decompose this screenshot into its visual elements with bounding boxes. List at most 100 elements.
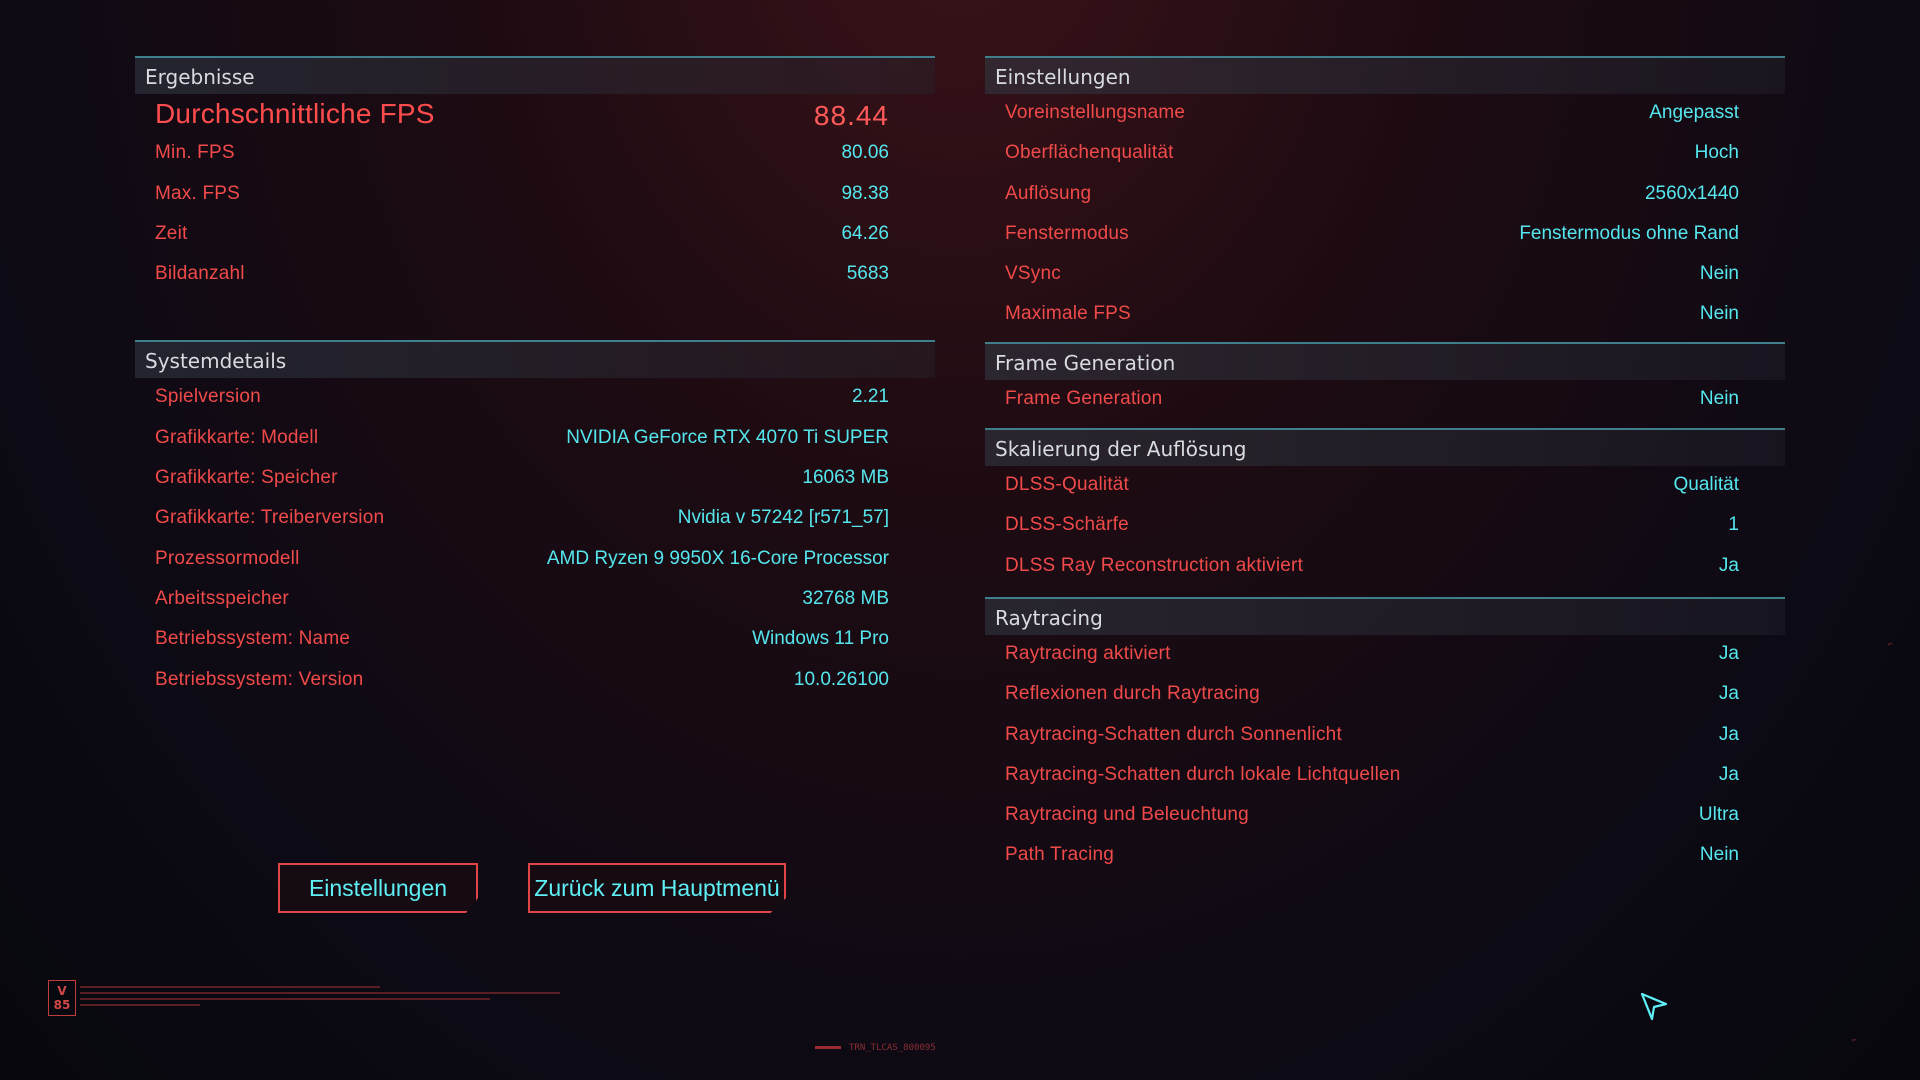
result-row: Min. FPS 80.06 — [135, 134, 935, 174]
system-label: Grafikkarte: Modell — [155, 426, 319, 448]
result-value: 98.38 — [841, 182, 889, 204]
system-value: 2.21 — [852, 386, 889, 408]
system-header: Systemdetails — [135, 340, 935, 379]
right-panel: Einstellungen Voreinstellungsname Angepas… — [985, 56, 1785, 877]
system-row: Grafikkarte: Treiberversion Nvidia v 5724… — [135, 499, 935, 539]
system-row: Arbeitsspeicher 32768 MB — [135, 580, 935, 620]
result-label: Max. FPS — [155, 182, 241, 204]
settings-header: Einstellungen — [985, 56, 1785, 94]
setting-value: Nein — [1699, 263, 1739, 285]
setting-row: Oberflächenqualität Hoch — [985, 134, 1785, 174]
scaling-header: Skalierung der Auflösung — [985, 428, 1785, 467]
result-label: Bildanzahl — [155, 263, 245, 285]
setting-value: Qualität — [1673, 474, 1739, 496]
setting-value: Nein — [1699, 844, 1739, 866]
setting-value: Ja — [1718, 683, 1739, 705]
setting-value: Angepasst — [1649, 102, 1739, 123]
setting-row: DLSS-Schärfe 1 — [985, 506, 1785, 546]
setting-label: Reflexionen durch Raytracing — [1005, 683, 1260, 705]
setting-row: Voreinstellungsname Angepasst — [985, 94, 1785, 134]
system-label: Grafikkarte: Speicher — [155, 467, 338, 489]
setting-label: Voreinstellungsname — [1005, 102, 1186, 123]
setting-row: Raytracing und Beleuchtung Ultra — [985, 796, 1785, 836]
system-row: Prozessormodell AMD Ryzen 9 9950X 16-Core… — [135, 540, 935, 580]
system-value: Windows 11 Pro — [752, 628, 889, 650]
setting-row: VSync Nein — [985, 255, 1785, 295]
system-row: Grafikkarte: Speicher 16063 MB — [135, 459, 935, 499]
system-row: Grafikkarte: Modell NVIDIA GeForce RTX 40… — [135, 419, 935, 459]
result-label: Zeit — [155, 222, 188, 244]
corner-mark-right: ⌐ — [1888, 640, 1893, 649]
system-label: Betriebssystem: Name — [155, 628, 351, 650]
result-row: Zeit 64.26 — [135, 215, 935, 255]
side-decoration — [22, 430, 38, 660]
setting-value: Fenstermodus ohne Rand — [1519, 222, 1739, 244]
raytracing-header: Raytracing — [985, 596, 1785, 635]
setting-row: Raytracing-Schatten durch lokale Lichtqu… — [985, 756, 1785, 796]
setting-label: DLSS-Qualität — [1005, 474, 1130, 496]
setting-row: Auflösung 2560x1440 — [985, 175, 1785, 215]
setting-row: Raytracing-Schatten durch Sonnenlicht Ja — [985, 716, 1785, 756]
system-row: Spielversion 2.21 — [135, 378, 935, 418]
setting-label: Maximale FPS — [1005, 303, 1131, 325]
result-value: 64.26 — [841, 222, 889, 244]
setting-row: DLSS-Qualität Qualität — [985, 466, 1785, 506]
system-label: Grafikkarte: Treiberversion — [155, 507, 385, 529]
setting-label: Raytracing-Schatten durch lokale Lichtqu… — [1005, 763, 1401, 785]
dash-decoration — [815, 1046, 841, 1049]
bottom-tag-text: TRN_TLCAS_800095 — [849, 1043, 936, 1053]
system-row: Betriebssystem: Version 10.0.26100 — [135, 661, 935, 701]
setting-row: Raytracing aktiviert Ja — [985, 635, 1785, 675]
fine-print-decoration — [80, 984, 600, 1010]
setting-row: DLSS Ray Reconstruction aktiviert Ja — [985, 547, 1785, 587]
setting-row: Maximale FPS Nein — [985, 295, 1785, 335]
setting-label: DLSS Ray Reconstruction aktiviert — [1005, 554, 1304, 576]
setting-row: Fenstermodus Fenstermodus ohne Rand — [985, 215, 1785, 255]
setting-value: Ja — [1718, 763, 1739, 785]
avg-fps-label: Durchschnittliche FPS — [155, 98, 435, 129]
results-header: Ergebnisse — [135, 56, 935, 94]
setting-label: DLSS-Schärfe — [1005, 514, 1129, 536]
system-value: AMD Ryzen 9 9950X 16-Core Processor — [546, 547, 889, 569]
result-row: Max. FPS 98.38 — [135, 175, 935, 215]
setting-label: Auflösung — [1005, 182, 1092, 204]
result-value: 5683 — [846, 263, 889, 285]
frame-generation-section: Frame Generation Frame Generation Nein — [985, 341, 1785, 420]
results-section: Ergebnisse Durchschnittliche FPS 88.44 M… — [135, 56, 935, 295]
system-label: Prozessormodell — [155, 547, 300, 569]
scaling-section: Skalierung der Auflösung DLSS-Qualität Qu… — [985, 428, 1785, 587]
setting-row: Reflexionen durch Raytracing Ja — [985, 675, 1785, 715]
system-value: 16063 MB — [802, 467, 889, 489]
setting-value: Ultra — [1698, 804, 1739, 826]
avg-fps-value: 88.44 — [813, 100, 889, 131]
settings-section: Einstellungen Voreinstellungsname Angepas… — [985, 56, 1785, 336]
setting-label: Fenstermodus — [1005, 222, 1129, 244]
setting-label: Frame Generation — [1005, 387, 1163, 409]
setting-label: Raytracing und Beleuchtung — [1005, 804, 1249, 826]
result-value: 80.06 — [841, 142, 889, 164]
setting-row: Path Tracing Nein — [985, 836, 1785, 876]
setting-value: Ja — [1718, 554, 1739, 576]
result-label: Min. FPS — [155, 142, 235, 164]
system-section: Systemdetails Spielversion 2.21 Grafikkar… — [135, 340, 935, 700]
system-label: Arbeitsspeicher — [155, 587, 289, 609]
result-row: Bildanzahl 5683 — [135, 255, 935, 295]
raytracing-section: Raytracing Raytracing aktiviert Ja Reflex… — [985, 596, 1785, 877]
system-value: Nvidia v 57242 [r571_57] — [677, 507, 889, 529]
setting-label: Raytracing aktiviert — [1005, 642, 1171, 664]
setting-value: Hoch — [1694, 142, 1739, 164]
settings-button[interactable]: Einstellungen — [278, 863, 478, 913]
system-label: Betriebssystem: Version — [155, 668, 364, 690]
system-label: Spielversion — [155, 386, 261, 408]
setting-row: Frame Generation Nein — [985, 380, 1785, 420]
corner-mark-bottom-right: ⌐ — [1852, 1036, 1857, 1045]
setting-value: 1 — [1728, 514, 1739, 536]
system-row: Betriebssystem: Name Windows 11 Pro — [135, 620, 935, 660]
setting-label: Path Tracing — [1005, 844, 1115, 866]
setting-label: Oberflächenqualität — [1005, 142, 1174, 164]
setting-value: Nein — [1699, 387, 1739, 409]
setting-label: Raytracing-Schatten durch Sonnenlicht — [1005, 723, 1342, 745]
system-value: NVIDIA GeForce RTX 4070 Ti SUPER — [566, 426, 889, 448]
version-badge: V 85 — [48, 980, 76, 1016]
main-menu-button[interactable]: Zurück zum Hauptmenü — [528, 863, 786, 913]
